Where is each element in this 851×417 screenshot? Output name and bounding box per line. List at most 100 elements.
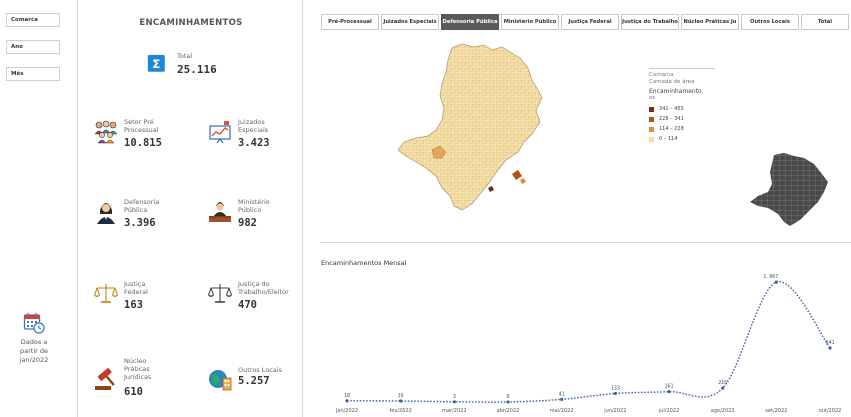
kpi-outros-label: Outros Locais [238, 366, 282, 374]
mes-filter[interactable]: Mês [6, 67, 60, 81]
data-point[interactable] [613, 391, 617, 396]
legend-class-0: 341 – 455 [649, 106, 719, 112]
main-area: Pré-Processual Juizados Especiais Defensor… [304, 0, 851, 417]
judge-desk-icon [209, 202, 231, 222]
kpi-total-label: Total [177, 52, 193, 60]
kpi-setor-label: Setor Pré Processual [124, 118, 159, 134]
kpi-justica-federal-value: 163 [124, 299, 143, 311]
sigma-icon: Σ [147, 54, 165, 72]
data-point[interactable] [721, 386, 725, 390]
legend-measure-suffix: os [649, 95, 656, 101]
category-tabs: Pré-Processual Juizados Especiais Defensor… [321, 14, 851, 32]
chart-board-icon [209, 121, 231, 144]
kpi-total-value: 25.116 [177, 63, 217, 76]
x-tick-label: out/2022 [819, 408, 842, 414]
people-group-icon [94, 120, 118, 144]
x-tick-label: abr/2022 [497, 408, 520, 414]
monthly-line-chart: 18 jan/2022 16 fev/2022 3 mar/2022 0 abr/2022 41… [335, 274, 842, 414]
kpi-justica-trabalho-value: 470 [238, 299, 257, 311]
data-label: 133 [611, 385, 620, 391]
tab-juizados-especiais[interactable]: Juizados Especiais [381, 14, 439, 30]
data-label: 161 [664, 384, 673, 390]
comarca-filter[interactable]: Comarca [6, 13, 60, 27]
legend-class-3: 0 – 114 [649, 136, 719, 142]
legend-class-label: 228 – 341 [659, 116, 684, 122]
legend-swatch [649, 126, 654, 132]
data-label: 1.867 [763, 274, 778, 280]
scales-icon [93, 284, 119, 303]
x-tick-label: mai/2022 [550, 408, 574, 414]
x-tick-label: fev/2022 [390, 408, 412, 414]
x-tick-label: jul/2022 [658, 408, 679, 414]
inset-map [750, 153, 828, 226]
kpi-setor-value: 10.815 [124, 137, 162, 149]
legend-layer: Comarca [649, 72, 674, 78]
legend-class-label: 341 – 455 [659, 106, 684, 112]
series-line [346, 281, 831, 403]
data-point[interactable] [667, 390, 671, 394]
gavel-icon [95, 368, 115, 390]
tab-ministerio-publico[interactable]: Ministério Público [501, 14, 559, 30]
kpi-juizados-value: 3.423 [238, 137, 270, 149]
legend-swatch [649, 136, 654, 142]
legend-class-2: 114 – 228 [649, 126, 719, 132]
data-start-text: Dados a partir de jan/2022 [19, 338, 49, 364]
female-lawyer-icon [97, 203, 115, 224]
data-start-info: Dados a partir de jan/2022 [12, 312, 56, 365]
data-label: 41 [559, 391, 565, 397]
data-label: 18 [344, 393, 350, 399]
kpi-ministerio-value: 982 [238, 217, 257, 229]
kpi-nucleo-value: 610 [124, 386, 143, 398]
tab-justica-federal[interactable]: Justiça Federal [561, 14, 619, 30]
x-tick-label: jun/2022 [603, 408, 626, 414]
data-point[interactable] [828, 346, 832, 350]
data-point[interactable] [399, 399, 403, 403]
kpi-panel-title: ENCAMINHAMENTOS [139, 18, 243, 28]
kpi-justica-trabalho-label: Justiça do Trabalho/Eleitor [238, 280, 289, 296]
tab-outros-locais[interactable]: Outros Locais [741, 14, 799, 30]
x-tick-label: set/2022 [765, 408, 787, 414]
legend-class-label: 0 – 114 [659, 136, 678, 142]
tab-justica-do-trabalho[interactable]: Justiça do Trabalho [621, 14, 679, 30]
globe-building-icon [209, 370, 232, 391]
data-label: 16 [398, 393, 404, 399]
data-point[interactable] [560, 397, 564, 401]
data-label: 0 [506, 394, 509, 400]
data-label: 216 [718, 380, 727, 386]
tab-pre-processual[interactable]: Pré-Processual [321, 14, 379, 30]
ano-filter[interactable]: Ano [6, 40, 60, 54]
data-label: 3 [453, 394, 456, 400]
map-legend: Comarca Camada de área Encaminhamento os… [649, 68, 719, 142]
kpi-nucleo-label: Núcleo Práticas Jurídicas [124, 357, 152, 381]
svg-text:Σ: Σ [152, 57, 160, 71]
legend-class-label: 114 – 228 [659, 126, 684, 132]
data-label: 841 [825, 340, 834, 346]
mes-filter-label: Mês [11, 71, 24, 77]
scales-dark-icon [207, 284, 233, 303]
kpi-justica-federal-label: Justiça Federal [124, 280, 148, 296]
data-point[interactable] [452, 400, 456, 404]
section-divider [320, 242, 851, 243]
tab-nucleo-praticas-ju[interactable]: Núcleo Práticas Ju [681, 14, 739, 30]
kpi-panel: ENCAMINHAMENTOS Σ Total 25.116 Setor Pré… [79, 0, 303, 417]
legend-swatch [649, 106, 654, 112]
data-point[interactable] [345, 399, 349, 403]
kpi-defensoria-value: 3.396 [124, 217, 156, 229]
legend-swatch [649, 116, 654, 122]
x-tick-label: jan/2022 [335, 408, 358, 414]
x-tick-label: ago/2022 [711, 408, 735, 414]
tab-defensoria-publica[interactable]: Defensoria Pública [441, 14, 499, 30]
calendar-clock-icon [23, 313, 45, 334]
choropleth-map [397, 43, 543, 211]
kpi-defensoria-label: Defensoria Pública [124, 198, 160, 214]
kpi-ministerio-label: Ministério Público [238, 198, 270, 214]
data-point[interactable] [506, 400, 510, 404]
kpi-outros-value: 5.257 [238, 375, 270, 387]
filter-panel: Comarca Ano Mês Dados a partir de jan/20… [0, 0, 78, 417]
tab-total[interactable]: Total [801, 14, 849, 30]
legend-sublayer: Camada de área [649, 79, 695, 85]
data-point[interactable] [774, 280, 778, 284]
x-tick-label: mar/2022 [442, 408, 466, 414]
kpi-juizados-label: Juizados Especiais [238, 118, 269, 134]
legend-class-1: 228 – 341 [649, 116, 719, 122]
